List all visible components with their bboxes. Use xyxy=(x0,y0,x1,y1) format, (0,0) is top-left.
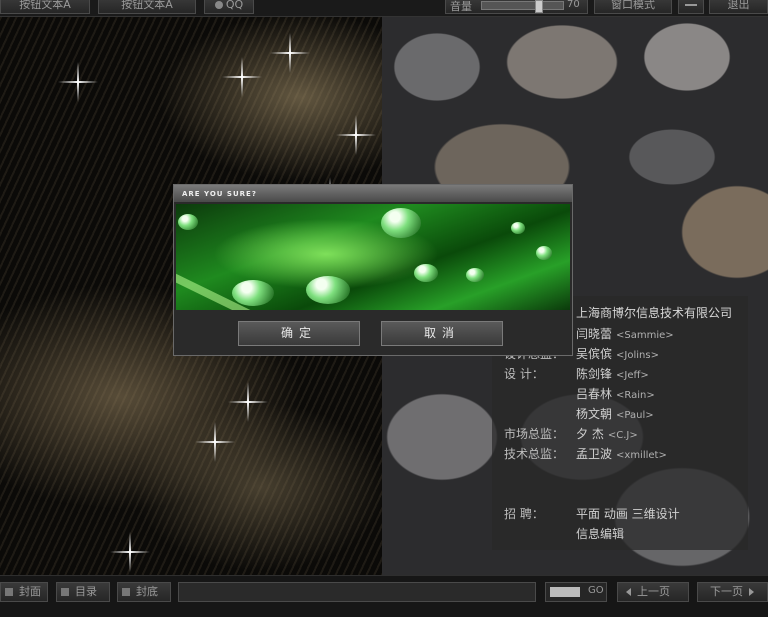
water-drop xyxy=(306,276,350,304)
contents-icon xyxy=(61,588,69,596)
water-drop xyxy=(511,222,525,234)
page-number-input[interactable] xyxy=(550,587,580,597)
water-drop xyxy=(466,268,484,282)
button-text-a-2[interactable]: 按钮文本A xyxy=(98,0,196,14)
back-cover-button[interactable]: 封底 xyxy=(117,582,171,602)
qq-penguin-icon xyxy=(214,1,223,9)
volume-label: 音量 xyxy=(450,0,472,13)
confirm-dialog: ARE YOU SURE? 确定 取消 xyxy=(173,184,573,356)
volume-value: 70 xyxy=(567,0,580,10)
minimize-button[interactable] xyxy=(678,0,704,14)
water-drop xyxy=(414,264,438,282)
back-cover-icon xyxy=(122,588,130,596)
contents-button[interactable]: 目录 xyxy=(56,582,110,602)
window-mode-button[interactable]: 窗口模式 xyxy=(594,0,672,14)
credit-row: 吕春林 <Rain> xyxy=(576,387,655,401)
bottom-toolbar: 封面 目录 封底 GO 上一页 下一页 xyxy=(0,575,768,617)
goto-page-control: GO xyxy=(545,582,607,602)
water-drop xyxy=(232,280,274,306)
credit-row: 招 聘： 平面 动画 三维设计 xyxy=(504,507,680,521)
cover-button[interactable]: 封面 xyxy=(0,582,48,602)
minimize-icon xyxy=(685,4,697,6)
arrow-right-icon xyxy=(749,588,754,596)
confirm-button[interactable]: 确定 xyxy=(238,321,360,346)
sparkle-icon xyxy=(228,382,268,422)
sparkle-icon xyxy=(58,62,98,102)
prev-page-button[interactable]: 上一页 xyxy=(617,582,689,602)
qq-button[interactable]: QQ xyxy=(204,0,254,14)
qq-label: QQ xyxy=(225,0,244,11)
company-name: 上海商博尔信息技术有限公司 xyxy=(576,306,733,320)
page-progress-bar[interactable] xyxy=(178,582,536,602)
dialog-title: ARE YOU SURE? xyxy=(174,185,572,202)
sparkle-icon xyxy=(110,532,150,572)
water-drop xyxy=(381,208,421,238)
credit-row: 市场总监： 夕 杰 <C.J> xyxy=(504,427,638,441)
credit-row: 信息编辑 xyxy=(576,527,625,541)
water-drop xyxy=(536,246,552,260)
arrow-left-icon xyxy=(626,588,631,596)
volume-slider-knob[interactable] xyxy=(535,0,543,13)
sparkle-icon xyxy=(222,57,262,97)
dialog-leaf-image xyxy=(176,204,570,310)
exit-button[interactable]: 退出 xyxy=(709,0,768,14)
sparkle-icon xyxy=(195,422,235,462)
water-drop xyxy=(178,214,198,230)
button-text-a-1[interactable]: 按钮文本A xyxy=(0,0,90,14)
cover-icon xyxy=(5,588,13,596)
sparkle-icon xyxy=(270,33,310,73)
next-page-button[interactable]: 下一页 xyxy=(697,582,768,602)
go-button[interactable]: GO xyxy=(588,585,604,596)
cancel-button[interactable]: 取消 xyxy=(381,321,503,346)
credit-row: 设 计： 陈剑锋 <Jeff> xyxy=(504,367,649,381)
volume-slider[interactable] xyxy=(481,0,564,13)
credit-row: 技术总监： 孟卫波 <xmillet> xyxy=(504,447,667,461)
top-toolbar: 按钮文本A 按钮文本A QQ 音量 70 窗口模式 退出 xyxy=(0,0,768,17)
credit-row: 杨文朝 <Paul> xyxy=(576,407,654,421)
sparkle-icon xyxy=(336,115,376,155)
